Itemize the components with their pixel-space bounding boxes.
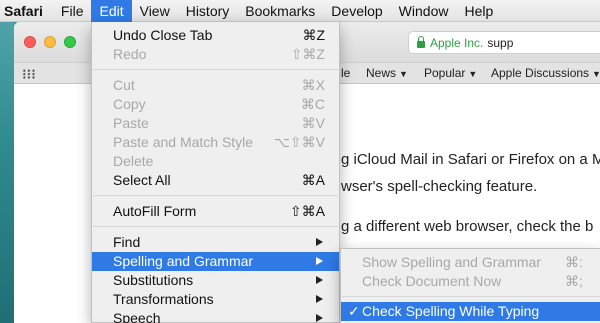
favorite-label: Popular xyxy=(424,66,466,80)
menu-item-label: AutoFill Form xyxy=(113,203,197,219)
chevron-down-icon: ▼ xyxy=(399,69,408,79)
menu-item-speech[interactable]: Speech xyxy=(92,309,339,323)
content-line: g iCloud Mail in Safari or Firefox on a … xyxy=(341,151,600,168)
site-company-name: Apple Inc. xyxy=(430,35,484,50)
menu-item-transformations[interactable]: Transformations xyxy=(92,290,339,309)
menu-item-delete[interactable]: Delete xyxy=(92,152,339,171)
edit-menu: Undo Close Tab ⌘Z Redo ⇧⌘Z Cut ⌘X Copy ⌘… xyxy=(91,22,340,323)
menu-bar: Safari File Edit View History Bookmarks … xyxy=(0,0,600,22)
menu-item-spelling-and-grammar[interactable]: Spelling and Grammar xyxy=(92,252,339,271)
menu-item-check-document-now[interactable]: Check Document Now ⌘; xyxy=(341,272,600,291)
menu-item-label: Copy xyxy=(113,96,146,112)
menu-item-find[interactable]: Find xyxy=(92,233,339,252)
menu-item-label: Undo Close Tab xyxy=(113,27,213,43)
menu-item-shortcut: ⌘V xyxy=(301,115,325,131)
close-window-button[interactable] xyxy=(24,36,36,48)
menu-item-label: Cut xyxy=(113,77,135,93)
menu-item-undo[interactable]: Undo Close Tab ⌘Z xyxy=(92,26,339,45)
favorite-item-partial[interactable]: le xyxy=(341,66,350,80)
content-line: wser's spell-checking feature. xyxy=(341,178,538,195)
menu-item-label: Check Spelling While Typing xyxy=(362,303,540,319)
menu-item-redo[interactable]: Redo ⇧⌘Z xyxy=(92,45,339,64)
menu-item-shortcut: ⇧⌘A xyxy=(289,203,325,219)
minimize-window-button[interactable] xyxy=(44,36,56,48)
menu-item-shortcut: ⌘: xyxy=(565,254,583,270)
zoom-window-button[interactable] xyxy=(64,36,76,48)
menu-item-shortcut: ⌘X xyxy=(301,77,325,93)
submenu-arrow-icon xyxy=(316,295,323,303)
menu-item-cut[interactable]: Cut ⌘X xyxy=(92,76,339,95)
favorite-label: Apple Discussions xyxy=(491,66,590,80)
menu-item-label: Speech xyxy=(113,310,161,323)
submenu-arrow-icon xyxy=(316,276,323,284)
menu-safari[interactable]: Safari xyxy=(0,0,53,22)
menu-window[interactable]: Window xyxy=(391,0,457,22)
spelling-submenu: Show Spelling and Grammar ⌘: Check Docum… xyxy=(340,248,600,323)
menu-item-label: Paste and Match Style xyxy=(113,134,254,150)
menu-bookmarks[interactable]: Bookmarks xyxy=(237,0,323,22)
chevron-down-icon: ▼ xyxy=(592,69,600,79)
favorite-news[interactable]: News ▼ xyxy=(366,66,408,80)
menu-item-shortcut: ⌘C xyxy=(300,96,325,112)
menu-item-label: Check Document Now xyxy=(362,273,502,289)
menu-item-label: Show Spelling and Grammar xyxy=(362,254,541,270)
submenu-arrow-icon xyxy=(316,257,323,265)
menu-item-shortcut: ⇧⌘Z xyxy=(290,46,325,62)
menu-item-substitutions[interactable]: Substitutions xyxy=(92,271,339,290)
menu-separator xyxy=(93,69,338,70)
menu-item-label: Find xyxy=(113,234,141,250)
menu-item-shortcut: ⌘Z xyxy=(302,27,325,43)
menu-item-copy[interactable]: Copy ⌘C xyxy=(92,95,339,114)
grid-icon[interactable] xyxy=(22,69,36,79)
menu-item-label: Paste xyxy=(113,115,149,131)
menu-develop[interactable]: Develop xyxy=(323,0,390,22)
menu-item-label: Substitutions xyxy=(113,272,194,288)
menu-separator xyxy=(342,296,600,297)
menu-item-show-spelling-grammar[interactable]: Show Spelling and Grammar ⌘: xyxy=(341,253,600,272)
menu-edit[interactable]: Edit xyxy=(91,0,132,22)
lock-icon xyxy=(417,36,425,48)
menu-history[interactable]: History xyxy=(178,0,238,22)
menu-file[interactable]: File xyxy=(53,0,92,22)
menu-item-paste-match-style[interactable]: Paste and Match Style ⌥⇧⌘V xyxy=(92,133,339,152)
menu-help[interactable]: Help xyxy=(456,0,501,22)
menu-separator xyxy=(93,226,338,227)
menu-item-label: Spelling and Grammar xyxy=(113,253,254,269)
submenu-arrow-icon xyxy=(316,314,323,322)
address-bar[interactable]: Apple Inc. supp xyxy=(408,31,600,54)
address-text: supp xyxy=(487,35,514,50)
desktop-wallpaper xyxy=(0,22,14,323)
menu-item-shortcut: ⌥⇧⌘V xyxy=(273,134,325,150)
menu-item-shortcut: ⌘A xyxy=(301,172,325,188)
favorite-popular[interactable]: Popular ▼ xyxy=(424,66,477,80)
menu-item-paste[interactable]: Paste ⌘V xyxy=(92,114,339,133)
menu-item-label: Select All xyxy=(113,172,171,188)
menu-view[interactable]: View xyxy=(132,0,178,22)
checkmark-icon: ✓ xyxy=(348,303,360,319)
favorite-label: News xyxy=(366,66,397,80)
submenu-arrow-icon xyxy=(316,238,323,246)
menu-item-label: Delete xyxy=(113,153,154,169)
menu-item-autofill-form[interactable]: AutoFill Form ⇧⌘A xyxy=(92,202,339,221)
favorite-apple-discussions[interactable]: Apple Discussions ▼ xyxy=(491,66,600,80)
menu-separator xyxy=(93,195,338,196)
menu-item-select-all[interactable]: Select All ⌘A xyxy=(92,171,339,190)
menu-item-shortcut: ⌘; xyxy=(565,273,583,289)
menu-item-check-spelling-while-typing[interactable]: ✓ Check Spelling While Typing xyxy=(341,302,600,321)
menu-item-label: Transformations xyxy=(113,291,214,307)
menu-item-label: Redo xyxy=(113,46,147,62)
chevron-down-icon: ▼ xyxy=(468,69,478,79)
content-line: g a different web browser, check the b xyxy=(341,218,594,235)
